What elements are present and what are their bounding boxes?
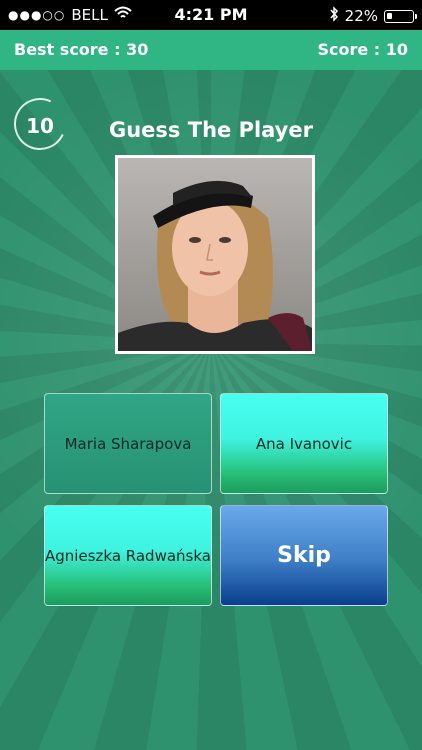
score-bar: Best score : 30 Score : 10 (0, 30, 422, 70)
current-score: Score : 10 (317, 40, 408, 59)
answer-label-3: Agnieszka Radwańska (45, 546, 211, 565)
page-title: Guess The Player (109, 118, 313, 142)
answer-button-1[interactable]: Maria Sharapova (44, 393, 212, 494)
answer-label-1: Maria Sharapova (64, 434, 192, 453)
status-bar: ●●●○○ BELL 4:21 PM 22% (0, 0, 422, 30)
skip-button[interactable]: Skip (220, 505, 388, 606)
answer-label-2: Ana Ivanovic (255, 434, 353, 453)
status-right: 22% (329, 6, 417, 26)
answer-button-3[interactable]: Agnieszka Radwańska (44, 505, 212, 606)
battery-icon (384, 9, 417, 23)
player-portrait-image (118, 158, 312, 351)
player-photo (115, 155, 315, 354)
skip-label: Skip (277, 543, 331, 568)
best-score: Best score : 30 (14, 40, 149, 59)
bluetooth-icon (329, 6, 339, 26)
battery-percent: 22% (344, 7, 378, 25)
answer-button-2[interactable]: Ana Ivanovic (220, 393, 388, 494)
